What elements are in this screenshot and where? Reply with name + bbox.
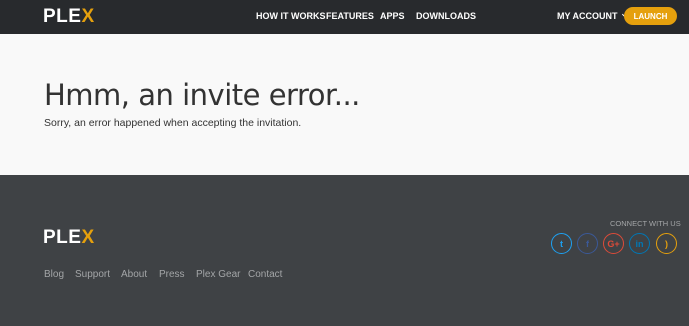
logo-x: X — [81, 227, 95, 248]
my-account-label: MY ACCOUNT — [557, 11, 618, 21]
page-title: Hmm, an invite error... — [44, 78, 360, 112]
facebook-icon[interactable]: f — [577, 233, 598, 254]
nav-features[interactable]: FEATURES — [326, 11, 374, 21]
logo-x: X — [81, 6, 95, 27]
footer-link-blog[interactable]: Blog — [44, 269, 64, 280]
footer-link-support[interactable]: Support — [75, 269, 110, 280]
rss-icon[interactable]: ) — [656, 233, 677, 254]
footer-plex-logo[interactable]: PLE X — [43, 228, 95, 248]
plex-logo[interactable]: PLE X — [43, 7, 95, 27]
footer-link-contact[interactable]: Contact — [248, 269, 282, 280]
logo-text: PLE — [43, 227, 82, 248]
linkedin-icon[interactable]: in — [629, 233, 650, 254]
nav-how-it-works[interactable]: HOW IT WORKS — [256, 11, 326, 21]
logo-text: PLE — [43, 6, 82, 27]
footer: PLE X Blog Support About Press Plex Gear … — [0, 175, 689, 326]
error-message: Sorry, an error happened when accepting … — [44, 117, 302, 129]
google-plus-icon[interactable]: G+ — [603, 233, 624, 254]
connect-label: CONNECT WITH US — [610, 219, 681, 228]
twitter-icon[interactable]: t — [551, 233, 572, 254]
nav-apps[interactable]: APPS — [380, 11, 405, 21]
footer-link-plex-gear[interactable]: Plex Gear — [196, 269, 240, 280]
launch-button[interactable]: LAUNCH — [624, 7, 677, 25]
footer-link-about[interactable]: About — [121, 269, 147, 280]
my-account-menu[interactable]: MY ACCOUNT — [557, 10, 629, 21]
error-panel: Hmm, an invite error... Sorry, an error … — [0, 34, 689, 175]
footer-link-press[interactable]: Press — [159, 269, 185, 280]
top-navbar: PLE X HOW IT WORKS FEATURES APPS DOWNLOAD… — [0, 0, 689, 34]
nav-downloads[interactable]: DOWNLOADS — [416, 11, 476, 21]
